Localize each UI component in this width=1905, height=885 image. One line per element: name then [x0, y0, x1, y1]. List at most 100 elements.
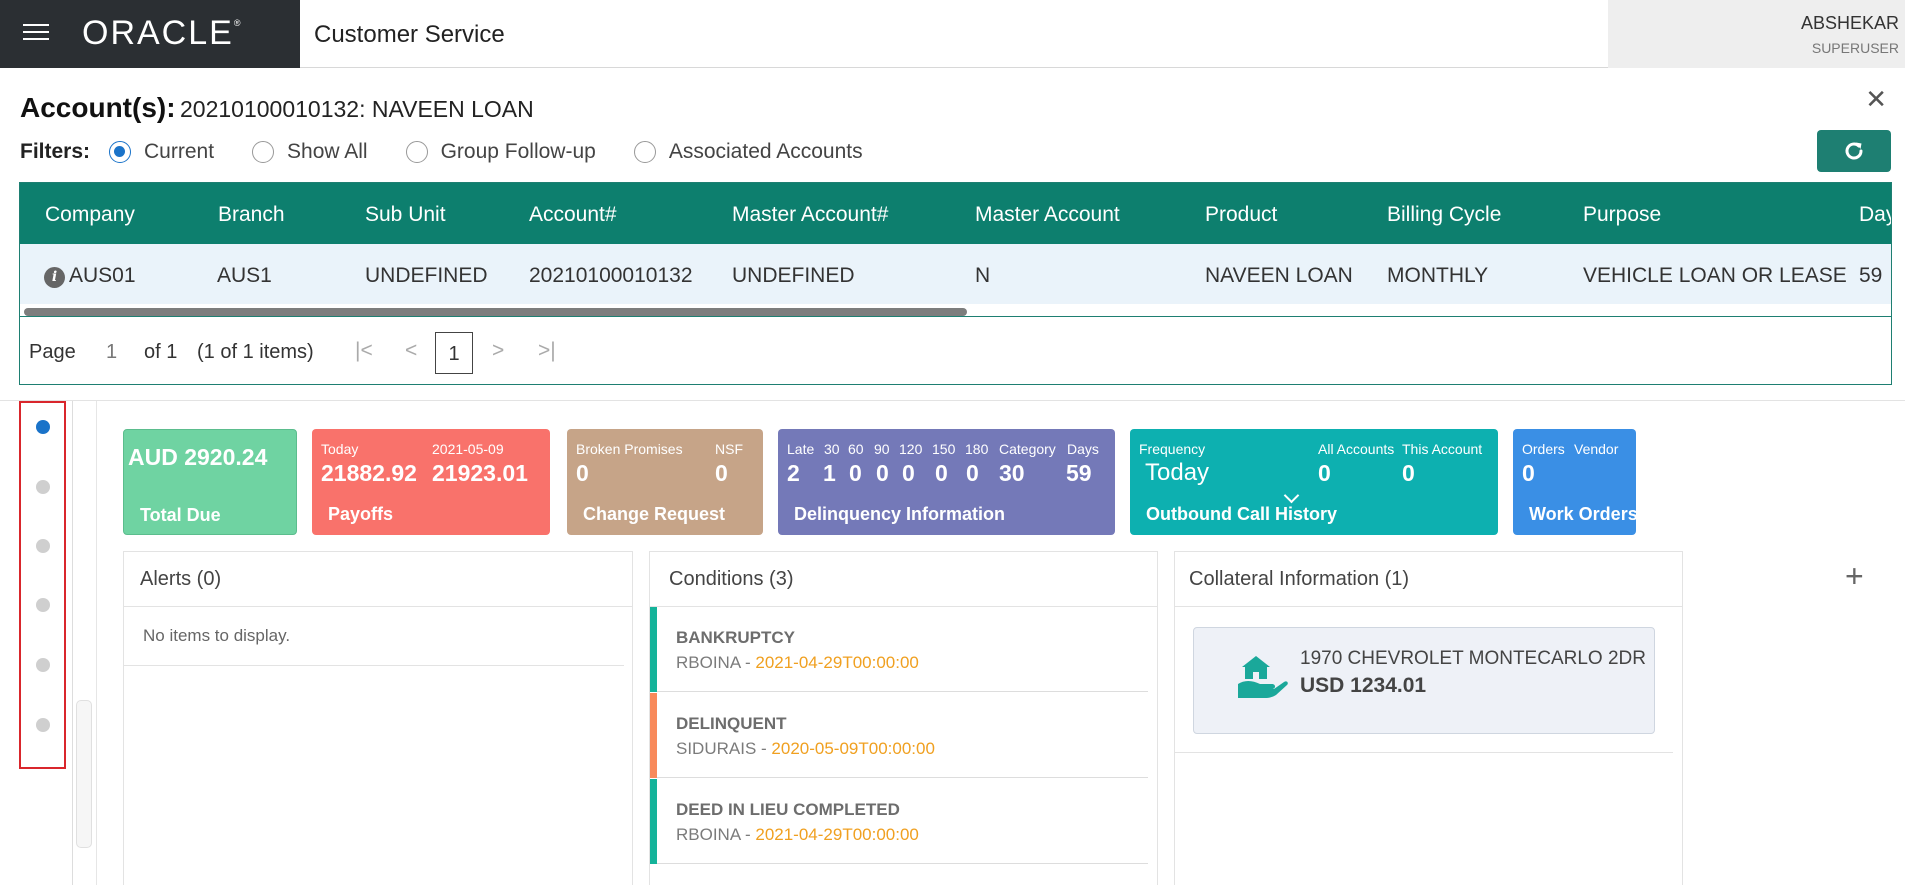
cell-billing-cycle: MONTHLY [1387, 264, 1489, 287]
frequency-dropdown[interactable]: Today [1130, 455, 1310, 504]
column-header-product[interactable]: Product [1205, 203, 1277, 227]
section-dot-5[interactable] [36, 658, 50, 672]
filter-current-radio[interactable]: Current [109, 140, 214, 164]
tile-head: 90 [874, 441, 890, 457]
section-dot-4[interactable] [36, 598, 50, 612]
work-orders-tile[interactable]: Orders Vendor 0 Work Orders [1513, 429, 1636, 535]
next-page-icon[interactable]: > [492, 339, 504, 363]
column-header-purpose[interactable]: Purpose [1583, 203, 1661, 227]
tile-value: 0 [935, 460, 948, 486]
close-icon[interactable]: ✕ [1865, 86, 1887, 112]
divider [124, 606, 632, 607]
tile-value: 21882.92 [321, 460, 417, 486]
column-header-master-account[interactable]: Master Account [975, 203, 1120, 227]
current-page-button[interactable]: 1 [435, 332, 473, 374]
add-icon[interactable]: + [1845, 560, 1864, 592]
column-header-day[interactable]: Day [1859, 203, 1891, 227]
horizontal-scrollbar[interactable] [20, 304, 1891, 316]
collateral-card[interactable]: 1970 CHEVROLET MONTECARLO 2DR USD 1234.0… [1193, 627, 1655, 734]
tile-head: Category [999, 441, 1056, 457]
section-dot-1[interactable] [36, 420, 50, 434]
grid-header: Company Branch Sub Unit Account# Master … [20, 183, 1891, 244]
tile-label: Work Orders [1529, 504, 1636, 524]
tile-value: 0 [966, 460, 979, 486]
pagination: Page 1 of 1 (1 of 1 items) |< < 1 > >| [20, 317, 1891, 384]
column-header-sub-unit[interactable]: Sub Unit [365, 203, 446, 227]
vertical-scrollbar[interactable] [76, 700, 92, 848]
tile-label: Payoffs [328, 504, 394, 524]
first-page-icon[interactable]: |< [355, 339, 373, 363]
section-nav-highlight [19, 401, 66, 769]
section-dot-2[interactable] [36, 480, 50, 494]
column-header-billing-cycle[interactable]: Billing Cycle [1387, 203, 1501, 227]
page-title: Account(s): 20210100010132: NAVEEN LOAN [20, 92, 534, 124]
tile-value: 0 [1522, 460, 1535, 486]
page-of-label: of 1 [144, 341, 178, 363]
filter-label: Associated Accounts [668, 140, 863, 163]
change-request-tile[interactable]: Broken Promises NSF 0 0 Change Request [567, 429, 763, 535]
user-menu[interactable]: ABSHEKAR SUPERUSER [1608, 0, 1905, 68]
delinquency-tile[interactable]: Late 30 60 90 120 150 180 Category Days … [778, 429, 1115, 535]
divider [97, 400, 1905, 401]
tile-head: Today [321, 441, 359, 457]
refresh-button[interactable] [1817, 130, 1891, 172]
tile-head: 2021-05-09 [432, 441, 504, 457]
divider [1175, 752, 1673, 753]
table-row[interactable]: i AUS01 AUS1 UNDEFINED 20210100010132 UND… [20, 244, 1891, 304]
condition-meta: RBOINA - 2021-04-29T00:00:00 [676, 653, 919, 672]
list-item[interactable]: DELINQUENT SIDURAIS - 2020-05-09T00:00:0… [650, 693, 1148, 778]
tile-head: Vendor [1574, 441, 1619, 457]
payoffs-tile[interactable]: Today 2021-05-09 21882.92 21923.01 Payof… [312, 429, 550, 535]
filter-group-follow-up-radio[interactable]: Group Follow-up [405, 140, 596, 164]
filter-show-all-radio[interactable]: Show All [252, 140, 368, 164]
page-number: 1 [106, 341, 118, 363]
tile-head: Broken Promises [576, 441, 683, 457]
outbound-call-history-tile[interactable]: Frequency All Accounts This Account Toda… [1130, 429, 1498, 535]
column-header-company[interactable]: Company [45, 203, 135, 227]
divider [72, 401, 73, 885]
list-item[interactable]: BANKRUPTCY RBOINA - 2021-04-29T00:00:00 [650, 607, 1148, 692]
tile-label: Outbound Call History [1146, 504, 1337, 524]
chevron-down-icon [1283, 487, 1300, 504]
accounts-grid: Company Branch Sub Unit Account# Master … [19, 182, 1892, 385]
tile-value: 0 [715, 460, 728, 486]
total-due-amount: AUD 2920.24 [128, 444, 268, 470]
user-role: SUPERUSER [1811, 40, 1899, 56]
list-item[interactable]: DEED IN LIEU COMPLETED RBOINA - 2021-04-… [650, 779, 1148, 864]
scrollbar-thumb[interactable] [24, 308, 967, 316]
tile-value: 21923.01 [432, 460, 528, 486]
cell-branch: AUS1 [217, 264, 272, 287]
frequency-value: Today [1145, 459, 1210, 486]
alerts-empty-message: No items to display. [143, 626, 291, 645]
tile-value: 0 [576, 460, 589, 486]
column-header-account[interactable]: Account# [529, 203, 617, 227]
condition-color-bar [650, 693, 657, 778]
items-count: (1 of 1 items) [197, 341, 314, 363]
column-header-branch[interactable]: Branch [218, 203, 285, 227]
info-icon[interactable]: i [44, 267, 65, 288]
filter-associated-accounts-radio[interactable]: Associated Accounts [633, 140, 863, 164]
total-due-tile[interactable]: AUD 2920.24 Total Due [123, 429, 297, 535]
divider [96, 401, 97, 885]
column-header-master-account-number[interactable]: Master Account# [732, 203, 888, 227]
cell-master-account-number: UNDEFINED [732, 264, 855, 287]
filters-label: Filters: [20, 140, 91, 163]
cell-day: 59 [1859, 264, 1883, 287]
divider [124, 665, 624, 666]
section-dot-6[interactable] [36, 718, 50, 732]
filter-label: Show All [287, 140, 368, 163]
hand-house-icon [1238, 656, 1288, 698]
condition-name: DELINQUENT [676, 714, 787, 733]
cell-purpose: VEHICLE LOAN OR LEASE [1583, 264, 1847, 287]
radio-selected-icon [109, 141, 132, 163]
cell-product: NAVEEN LOAN [1205, 264, 1353, 287]
cell-account: 20210100010132 [529, 264, 693, 287]
prev-page-icon[interactable]: < [405, 339, 417, 363]
refresh-icon [1845, 142, 1863, 160]
section-dot-3[interactable] [36, 539, 50, 553]
last-page-icon[interactable]: >| [538, 339, 556, 363]
page-label: Page [29, 341, 76, 363]
collateral-panel: Collateral Information (1) 1970 CHEVROLE… [1174, 551, 1683, 885]
hamburger-menu-icon[interactable] [23, 24, 49, 42]
tile-head: 180 [965, 441, 989, 457]
